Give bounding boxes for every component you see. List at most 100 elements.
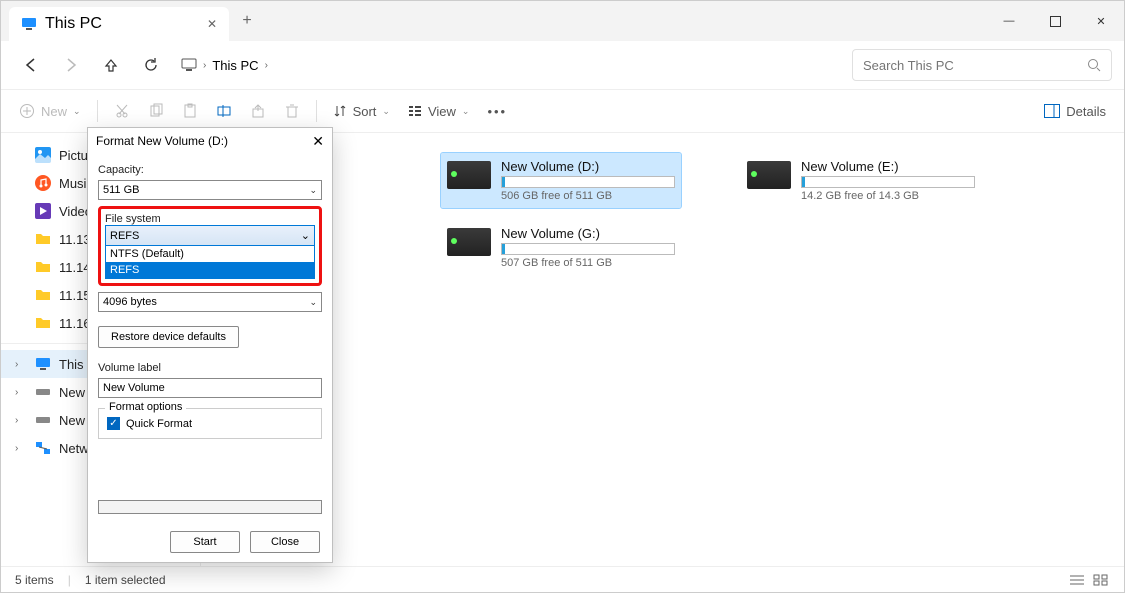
sort-button[interactable]: Sort ⌄ [325, 95, 398, 127]
chevron-right-icon[interactable]: › [15, 359, 18, 370]
search-icon [1087, 58, 1101, 72]
filesystem-label: File system [105, 213, 315, 225]
allocation-select[interactable]: 4096 bytes ⌄ [98, 292, 322, 312]
format-options-group: Format options ✓ Quick Format [98, 408, 322, 439]
maximize-button[interactable] [1032, 1, 1078, 41]
details-icon [1044, 104, 1060, 118]
delete-button[interactable] [276, 95, 308, 127]
view-label: View [428, 104, 456, 119]
drive-free-text: 507 GB free of 511 GB [501, 257, 675, 269]
volume-label-label: Volume label [98, 362, 322, 374]
quick-format-label: Quick Format [126, 418, 192, 430]
dialog-close-button[interactable]: ✕ [312, 133, 324, 150]
details-pane-button[interactable]: Details [1036, 95, 1114, 127]
refresh-button[interactable] [133, 47, 169, 83]
sidebar-item-label: 11.13 [59, 232, 91, 247]
pictures-icon [35, 147, 51, 163]
drive-icon [747, 161, 791, 189]
drive-name: New Volume (E:) [801, 159, 975, 174]
volume-label-input[interactable] [98, 378, 322, 398]
format-dialog: Format New Volume (D:) ✕ Capacity: 511 G… [87, 127, 333, 563]
chevron-right-icon[interactable]: › [15, 443, 18, 454]
format-options-label: Format options [105, 401, 186, 413]
rename-button[interactable] [208, 95, 240, 127]
capacity-value: 511 GB [103, 184, 140, 196]
drive-free-text: 506 GB free of 511 GB [501, 190, 675, 202]
chevron-down-icon: ⌄ [73, 106, 81, 117]
chevron-right-icon[interactable]: › [15, 387, 18, 398]
folder-icon [35, 231, 51, 247]
minimize-button[interactable]: — [986, 1, 1032, 41]
copy-button[interactable] [140, 95, 172, 127]
restore-defaults-button[interactable]: Restore device defaults [98, 326, 239, 348]
grid-view-toggle[interactable] [1092, 573, 1110, 587]
videos-icon [35, 203, 51, 219]
sidebar-item-label: 11.15 [59, 288, 91, 303]
share-button[interactable] [242, 95, 274, 127]
view-icon [408, 104, 422, 118]
tab-close-icon[interactable]: ✕ [207, 17, 217, 31]
drive-free-text: 14.2 GB free of 14.3 GB [801, 190, 975, 202]
chevron-down-icon: ⌄ [301, 229, 310, 242]
close-button[interactable]: Close [250, 531, 320, 553]
filesystem-highlight-box: File system REFS ⌄ NTFS (Default) REFS [98, 206, 322, 286]
capacity-label: Capacity: [98, 164, 322, 176]
start-button[interactable]: Start [170, 531, 240, 553]
list-view-toggle[interactable] [1068, 573, 1086, 587]
filesystem-selected[interactable]: REFS ⌄ [106, 226, 314, 246]
separator [316, 100, 317, 122]
tab-this-pc[interactable]: This PC ✕ [9, 7, 229, 41]
search-box[interactable] [852, 49, 1112, 81]
drive-icon [35, 384, 51, 400]
checkbox-checked-icon: ✓ [107, 417, 120, 430]
back-button[interactable] [13, 47, 49, 83]
filesystem-option-ntfs[interactable]: NTFS (Default) [106, 246, 314, 262]
drive-icon [35, 412, 51, 428]
status-bar: 5 items | 1 item selected [1, 566, 1124, 592]
paste-button[interactable] [174, 95, 206, 127]
breadcrumb-this-pc[interactable]: This PC [212, 58, 258, 73]
drive-icon [447, 228, 491, 256]
breadcrumb[interactable]: › This PC › [181, 57, 848, 73]
cut-button[interactable] [106, 95, 138, 127]
drive-item[interactable]: New Volume (G:) 507 GB free of 511 GB [441, 220, 681, 275]
filesystem-option-refs[interactable]: REFS [106, 262, 314, 278]
drive-name: New Volume (D:) [501, 159, 675, 174]
chevron-right-icon[interactable]: › [15, 415, 18, 426]
share-icon [250, 103, 266, 119]
trash-icon [284, 103, 300, 119]
status-item-count: 5 items [15, 573, 54, 587]
chevron-right-icon[interactable]: › [265, 60, 268, 71]
music-icon [35, 175, 51, 191]
window-controls: — ✕ [986, 1, 1124, 41]
up-button[interactable] [93, 47, 129, 83]
status-selected-count: 1 item selected [85, 573, 166, 587]
dialog-titlebar[interactable]: Format New Volume (D:) ✕ [88, 128, 332, 154]
new-button[interactable]: New ⌄ [11, 95, 89, 127]
chevron-down-icon: ⌄ [309, 297, 317, 308]
chevron-right-icon: › [203, 60, 206, 71]
chevron-down-icon: ⌄ [309, 185, 317, 196]
search-input[interactable] [863, 58, 1087, 73]
drive-capacity-bar [501, 243, 675, 255]
filesystem-select[interactable]: REFS ⌄ NTFS (Default) REFS [105, 225, 315, 279]
new-tab-button[interactable]: + [229, 12, 265, 30]
drive-name: New Volume (G:) [501, 226, 675, 241]
new-label: New [41, 104, 67, 119]
format-progress-bar [98, 500, 322, 514]
forward-button[interactable] [53, 47, 89, 83]
copy-icon [148, 103, 164, 119]
paste-icon [182, 103, 198, 119]
folder-icon [35, 259, 51, 275]
drive-item[interactable]: New Volume (E:) 14.2 GB free of 14.3 GB [741, 153, 981, 208]
plus-circle-icon [19, 103, 35, 119]
capacity-select[interactable]: 511 GB ⌄ [98, 180, 322, 200]
view-button[interactable]: View ⌄ [400, 95, 478, 127]
dialog-footer: Start Close [88, 522, 332, 562]
chevron-down-icon: ⌄ [462, 106, 470, 117]
close-window-button[interactable]: ✕ [1078, 1, 1124, 41]
quick-format-checkbox[interactable]: ✓ Quick Format [107, 417, 313, 430]
drive-item[interactable]: New Volume (D:) 506 GB free of 511 GB [441, 153, 681, 208]
drive-capacity-bar [501, 176, 675, 188]
more-button[interactable]: ••• [479, 95, 515, 127]
